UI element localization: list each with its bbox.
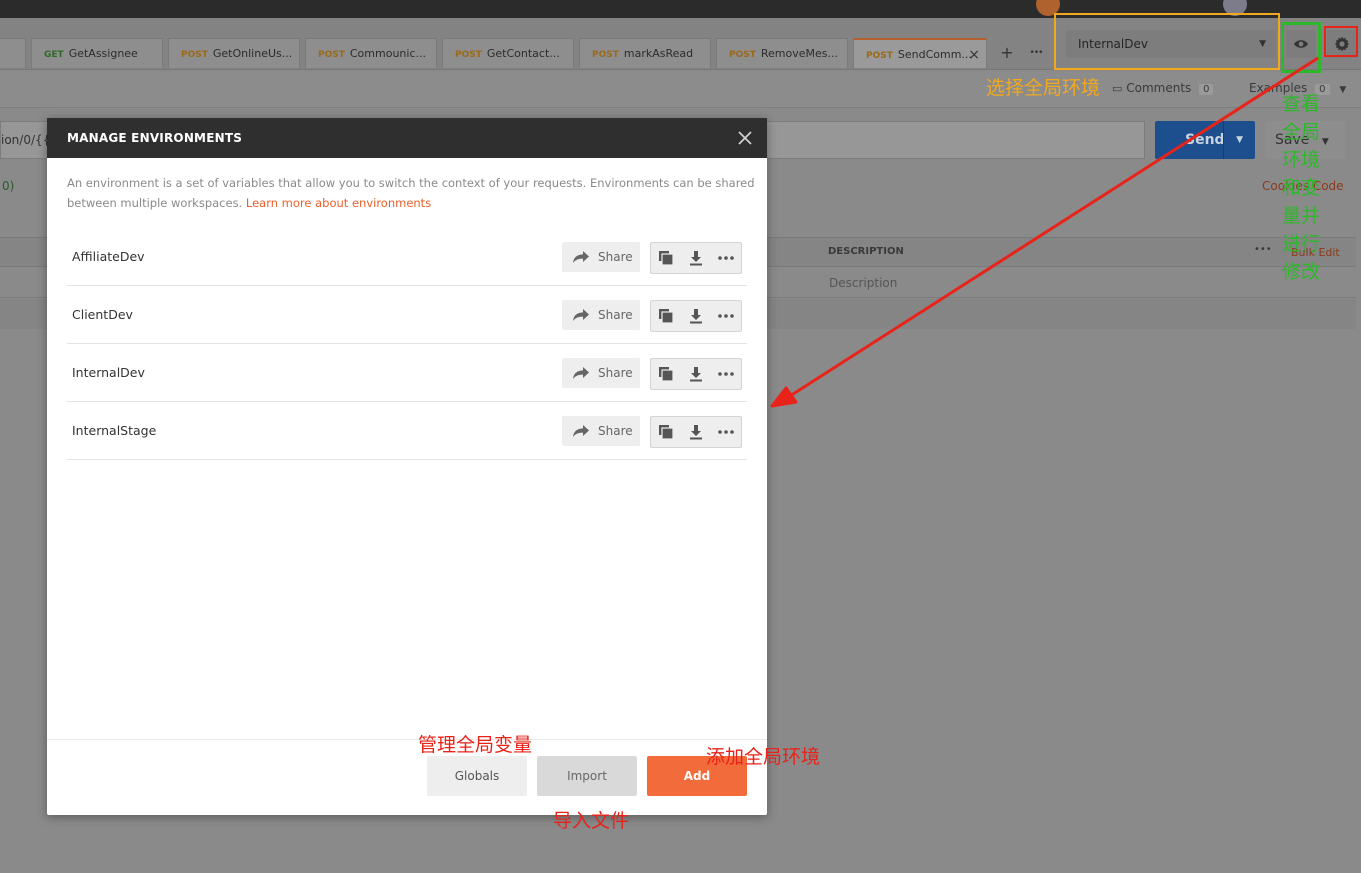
manage-environments-button[interactable] <box>1327 30 1357 58</box>
request-tab-active[interactable]: POST SendComm... × <box>853 38 987 68</box>
request-meta-row: ▭ Comments 0 Examples 0 ▼ <box>0 72 1361 108</box>
params-count: 0) <box>2 179 15 193</box>
annotation-add-environment: 添加全局环境 <box>706 746 821 768</box>
more-icon[interactable]: ••• <box>1254 244 1272 255</box>
share-arrow-icon <box>573 309 589 321</box>
close-icon[interactable] <box>735 128 755 148</box>
more-icon[interactable] <box>717 366 735 384</box>
download-icon[interactable] <box>688 366 706 384</box>
notification-dot[interactable] <box>1223 0 1247 16</box>
add-tab-button[interactable]: + <box>995 38 1019 68</box>
user-avatar[interactable] <box>1036 0 1060 16</box>
environment-row[interactable]: InternalStage Share <box>67 402 747 460</box>
annotation-import-file: 导入文件 <box>553 810 630 832</box>
duplicate-icon[interactable] <box>658 308 676 326</box>
eye-icon <box>1294 40 1308 48</box>
import-button[interactable]: Import <box>537 756 637 796</box>
environment-actions <box>650 300 742 332</box>
request-tab[interactable]: POST markAsRead <box>579 38 711 68</box>
download-icon[interactable] <box>688 308 706 326</box>
comments-link[interactable]: ▭ Comments 0 <box>1112 81 1214 95</box>
share-arrow-icon <box>573 425 589 437</box>
comments-count: 0 <box>1199 84 1214 95</box>
modal-title: MANAGE ENVIRONMENTS <box>47 118 767 158</box>
environment-selector[interactable]: InternalDev ▼ <box>1066 30 1276 58</box>
environment-name[interactable]: ClientDev <box>72 286 133 344</box>
send-button[interactable]: Send ▼ <box>1155 121 1255 159</box>
request-tab[interactable]: POST GetContact... <box>442 38 574 68</box>
environment-name[interactable]: InternalDev <box>72 344 145 402</box>
caret-down-icon: ▼ <box>1259 39 1266 49</box>
title-bar <box>0 0 1361 18</box>
environment-quick-look-button[interactable] <box>1286 30 1316 58</box>
caret-down-icon: ▼ <box>1339 85 1347 95</box>
share-arrow-icon <box>573 251 589 263</box>
request-tab[interactable] <box>0 38 26 68</box>
environment-name[interactable]: AffiliateDev <box>72 228 145 286</box>
share-button[interactable]: Share <box>562 300 640 330</box>
environment-row[interactable]: ClientDev Share <box>67 286 747 344</box>
duplicate-icon[interactable] <box>658 424 676 442</box>
environment-row[interactable]: InternalDev Share <box>67 344 747 402</box>
more-icon[interactable] <box>717 424 735 442</box>
environment-row[interactable]: AffiliateDev Share <box>67 228 747 286</box>
environment-selected-label: InternalDev <box>1078 37 1148 51</box>
tab-more-icon[interactable]: ••• <box>1024 38 1048 68</box>
share-button[interactable]: Share <box>562 416 640 446</box>
environment-actions <box>650 242 742 274</box>
gear-icon <box>1334 36 1350 52</box>
duplicate-icon[interactable] <box>658 366 676 384</box>
manage-environments-modal: MANAGE ENVIRONMENTS An environment is a … <box>47 118 767 815</box>
annotation-view-environment: 查看全局环境和变量并进行修改 <box>1282 93 1321 283</box>
share-arrow-icon <box>573 367 589 379</box>
learn-more-link[interactable]: Learn more about environments <box>246 196 431 210</box>
request-tab[interactable]: POST GetOnlineUs... <box>168 38 300 68</box>
environment-list: AffiliateDev Share ClientDev Share Inter… <box>67 228 747 460</box>
description-header: DESCRIPTION <box>828 246 904 257</box>
environment-actions <box>650 416 742 448</box>
share-button[interactable]: Share <box>562 358 640 388</box>
request-tab[interactable]: POST RemoveMes... <box>716 38 848 68</box>
annotation-manage-globals: 管理全局变量 <box>418 734 533 756</box>
request-tab[interactable]: GET GetAssignee <box>31 38 163 68</box>
share-button[interactable]: Share <box>562 242 640 272</box>
description-input[interactable]: Description <box>829 276 897 290</box>
caret-down-icon[interactable]: ▼ <box>1236 121 1243 159</box>
globals-button[interactable]: Globals <box>427 756 527 796</box>
request-tab[interactable]: POST Commounic... <box>305 38 437 68</box>
more-icon[interactable] <box>717 250 735 268</box>
close-tab-icon[interactable]: × <box>968 40 980 68</box>
annotation-select-environment: 选择全局环境 <box>986 77 1101 99</box>
environment-actions <box>650 358 742 390</box>
duplicate-icon[interactable] <box>658 250 676 268</box>
download-icon[interactable] <box>688 424 706 442</box>
environment-name[interactable]: InternalStage <box>72 402 156 460</box>
modal-footer: Globals Import Add <box>47 739 767 815</box>
comment-icon: ▭ <box>1112 82 1123 95</box>
modal-description: An environment is a set of variables tha… <box>67 176 755 210</box>
more-icon[interactable] <box>717 308 735 326</box>
download-icon[interactable] <box>688 250 706 268</box>
